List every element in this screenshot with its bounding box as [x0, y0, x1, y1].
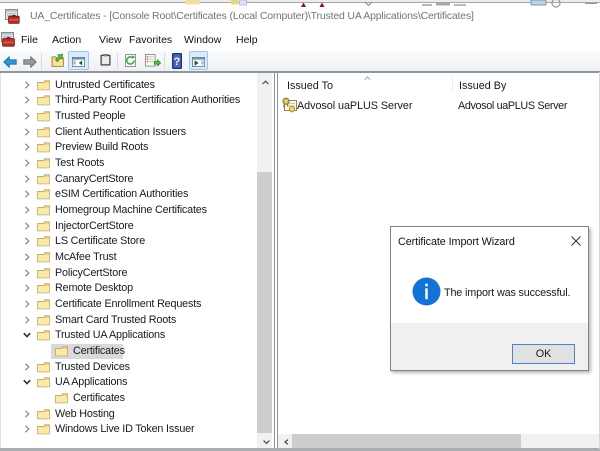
- svg-text:?: ?: [174, 56, 181, 68]
